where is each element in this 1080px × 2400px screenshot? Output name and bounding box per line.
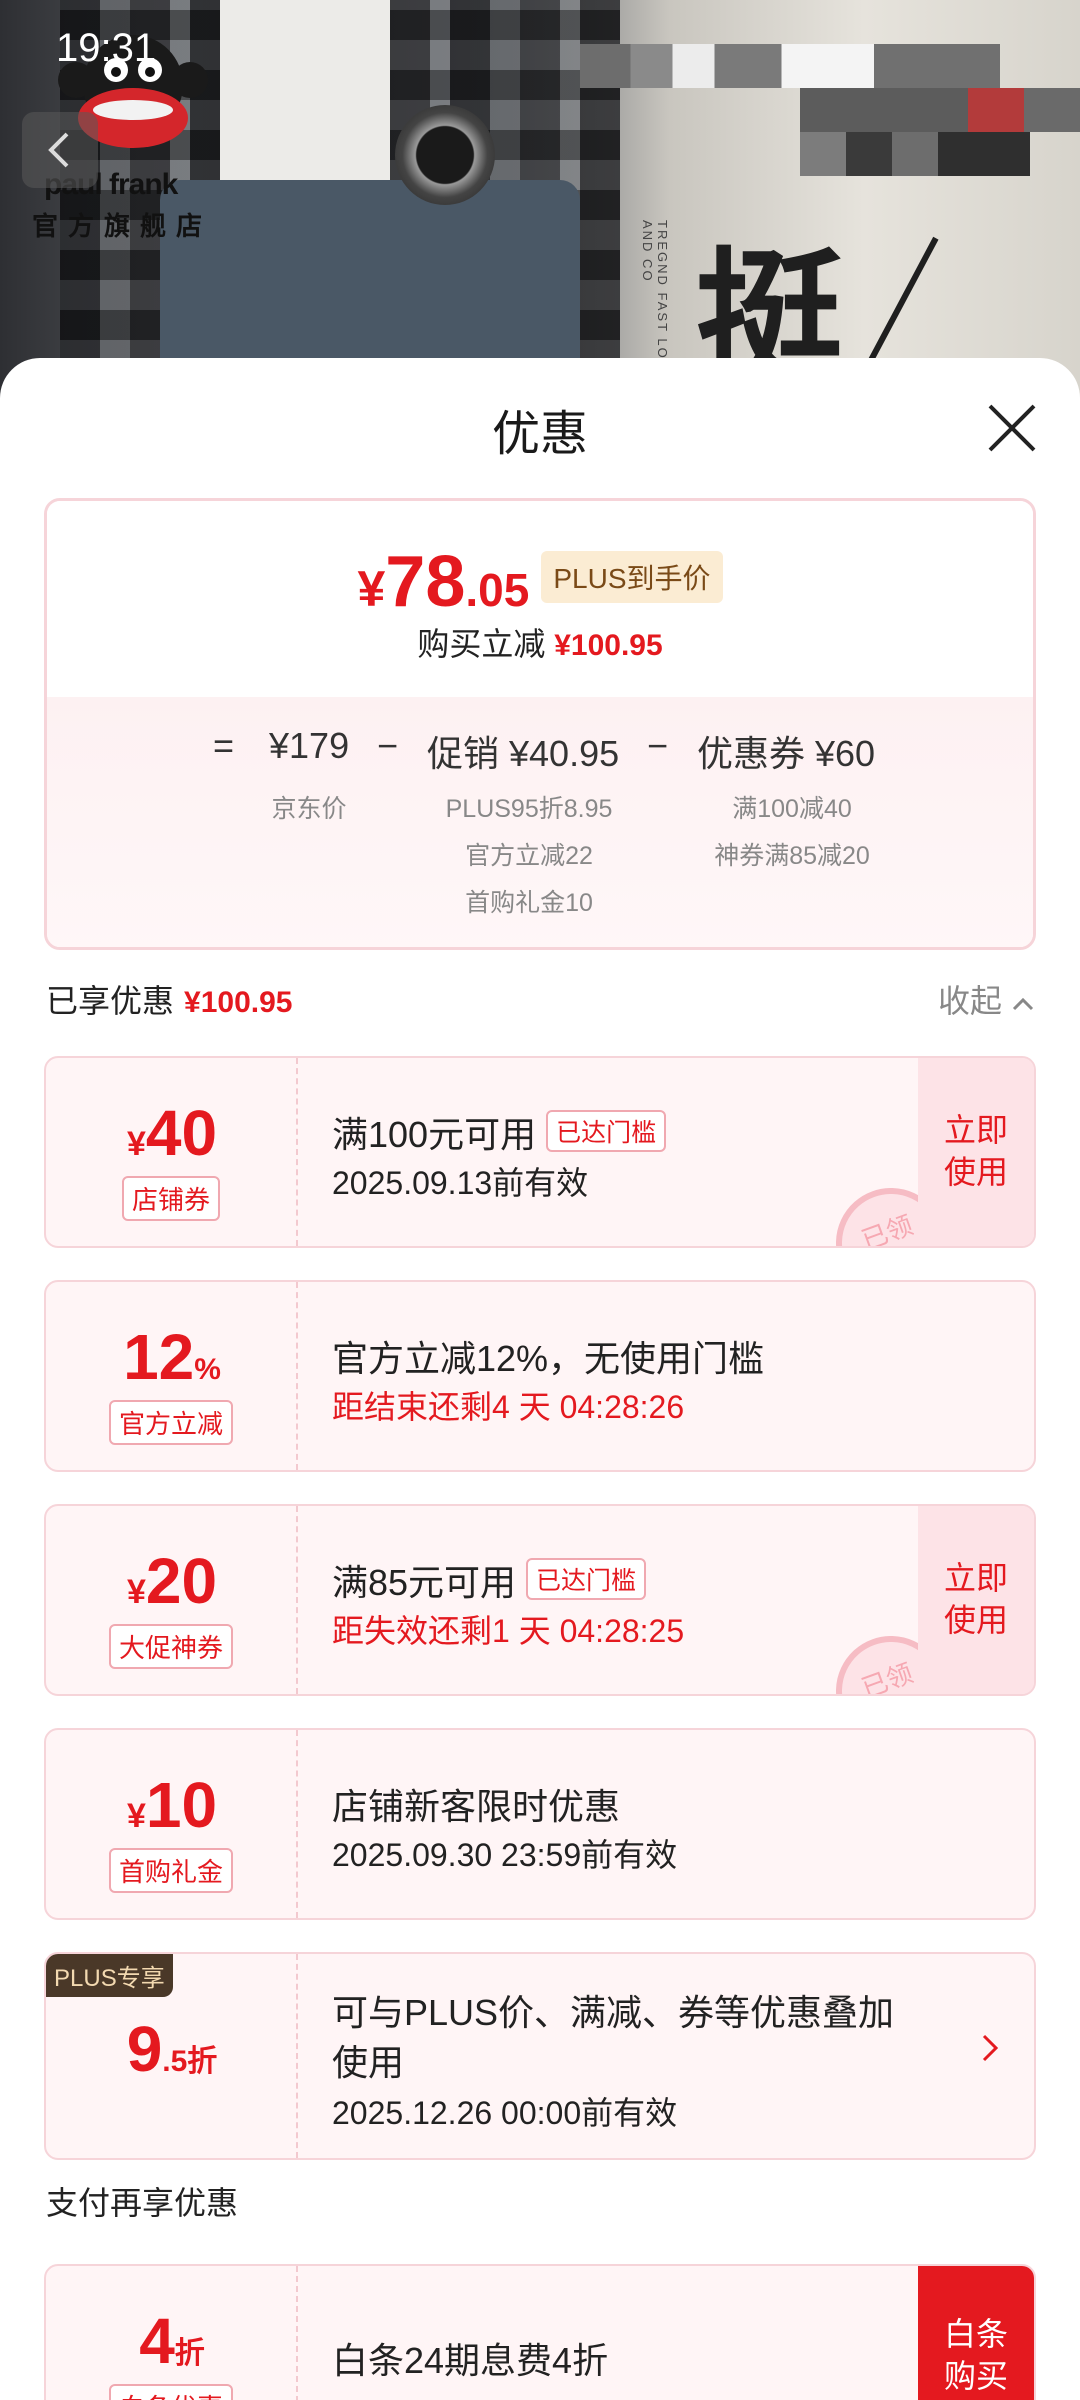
- coupon-card-store: ¥40 店铺券 满100元可用 已达门槛 2025.09.13前有效 已领 立即使…: [44, 1056, 1036, 1248]
- plus-price-tag: PLUS到手价: [541, 551, 723, 603]
- coupon-value: 40: [145, 1097, 218, 1169]
- coupon-condition-cont: 使用: [332, 2042, 405, 2083]
- coupon-condition: 官方立减12%，无使用门槛: [332, 1338, 765, 1379]
- mosaic-block: [580, 44, 1000, 88]
- chevron-right-icon: [982, 2034, 999, 2062]
- coupon-condition-text: 满85元可用: [332, 1562, 517, 1603]
- coupon-yen: ¥: [126, 1797, 146, 1835]
- promo-detail: 首购礼金10: [465, 889, 593, 917]
- coupon-card-official: 12% 官方立减 官方立减12%，无使用门槛 距结束还剩4 天 04:28:26: [44, 1280, 1036, 1472]
- pay-type-tag: 白条优惠: [108, 2384, 234, 2400]
- coupon-amount: 12%: [46, 1320, 298, 1394]
- use-now-button[interactable]: 立即 使用: [918, 1506, 1034, 1694]
- base-price: ¥179: [269, 725, 350, 766]
- brand-subtitle: 官方旗舰店: [32, 211, 213, 241]
- threshold-reached-badge: 已达门槛: [546, 1110, 667, 1152]
- coupon-condition-text: 满100元可用: [332, 1114, 537, 1155]
- pay-value: 4: [139, 2305, 175, 2377]
- collapse-button[interactable]: 收起: [938, 976, 1035, 1022]
- enjoyed-label: 已享优惠: [46, 983, 175, 1019]
- promo-detail: 官方立减22: [465, 842, 593, 870]
- promo-detail: PLUS95折8.95: [445, 795, 613, 823]
- price-int: 78: [385, 542, 466, 622]
- chevron-up-icon: [1012, 997, 1033, 1011]
- price-summary: ¥78.05 PLUS到手价 购买立减 ¥100.95 = ¥179 京东价 − …: [44, 498, 1036, 950]
- coupon-validity: 2025.09.13前有效: [332, 1165, 589, 1201]
- coupon-amount: 优惠券 ¥60: [697, 733, 876, 774]
- pay-offer-text: 白条24期息费4折: [332, 2340, 609, 2381]
- discount-sheet: 优惠 ¥78.05 PLUS到手价 购买立减 ¥100.95 = ¥179 京东价…: [0, 358, 1080, 2400]
- coupon-suffix: .5折: [162, 2045, 218, 2078]
- promo-amount: 促销 ¥40.95: [427, 733, 620, 774]
- minus-sign: −: [377, 725, 399, 766]
- coupon-validity: 2025.09.30 23:59前有效: [332, 1837, 678, 1873]
- coupon-condition: 满100元可用 已达门槛: [332, 1106, 667, 1158]
- coupon-value-area: ¥10 首购礼金: [46, 1730, 298, 1918]
- price-breakdown: = ¥179 京东价 − 促销 ¥40.95 PLUS95折8.95 官方立减2…: [47, 697, 1033, 947]
- coupon-yen: ¥: [126, 1125, 146, 1163]
- coupon-type-tag: 首购礼金: [108, 1848, 234, 1893]
- price-yen: ¥: [357, 561, 386, 617]
- coupon-type-tag: 店铺券: [121, 1176, 221, 1221]
- product-banner: TREGND FAST LOOSE AND CO 挺 paul frank 官方…: [0, 0, 1080, 400]
- sheet-title: 优惠: [491, 408, 588, 461]
- coupon-countdown: 距结束还剩4 天 04:28:26: [332, 1389, 685, 1425]
- price-dec: .05: [465, 564, 530, 616]
- status-time: 19:31: [56, 26, 157, 70]
- coupon-yen: ¥: [126, 1573, 146, 1611]
- coupon-value: 12: [123, 1321, 195, 1393]
- coupon-value: 10: [145, 1769, 218, 1841]
- coupon-card-plus[interactable]: 9.5折 PLUS专享 可与PLUS价、满减、券等优惠叠加 使用 2025.12…: [44, 1952, 1036, 2160]
- coupon-value-area: 12% 官方立减: [46, 1282, 298, 1470]
- chevron-left-icon: [48, 132, 69, 168]
- coupon-amount: 9.5折: [46, 2012, 298, 2086]
- banner-slash: [867, 236, 939, 364]
- coupon-value-area: ¥40 店铺券: [46, 1058, 298, 1246]
- coupon-amount: ¥10: [46, 1768, 298, 1842]
- coupon-condition: 店铺新客限时优惠: [332, 1786, 621, 1827]
- coupon-suffix: %: [194, 1353, 221, 1386]
- coupon-card-first-purchase: ¥10 首购礼金 店铺新客限时优惠 2025.09.30 23:59前有效: [44, 1728, 1036, 1920]
- pay-offer-card: 4折 白条优惠 白条24期息费4折 白条购买: [44, 2264, 1036, 2400]
- coupon-amount: ¥40: [46, 1096, 298, 1170]
- coupon-value-area: ¥20 大促神券: [46, 1506, 298, 1694]
- coupon-detail: 满100减40: [732, 795, 852, 823]
- banner-watch: [395, 105, 495, 205]
- reduce-line: 购买立减 ¥100.95: [47, 619, 1033, 665]
- equals-sign: =: [213, 725, 235, 766]
- coupon-detail: 神券满85减20: [714, 842, 870, 870]
- enjoyed-amount: ¥100.95: [184, 986, 293, 1019]
- coupon-condition: 可与PLUS价、满减、券等优惠叠加: [332, 1992, 895, 2033]
- coupon-countdown: 距失效还剩1 天 04:28:25: [332, 1613, 685, 1649]
- banner-tee: [220, 0, 390, 200]
- reduce-amount: ¥100.95: [554, 629, 663, 662]
- use-now-button[interactable]: 立即 使用: [918, 1058, 1034, 1246]
- coupon-validity: 2025.12.26 00:00前有效: [332, 2095, 678, 2131]
- final-price: ¥78.05 PLUS到手价: [47, 541, 1033, 623]
- pay-section-title: 支付再享优惠: [46, 2185, 239, 2221]
- pay-value-area: 4折 白条优惠: [46, 2266, 298, 2400]
- final-price-section: ¥78.05 PLUS到手价 购买立减 ¥100.95: [47, 501, 1033, 697]
- baitiao-buy-button[interactable]: 白条 购买: [918, 2266, 1034, 2400]
- coupon-card-promo: ¥20 大促神券 满85元可用 已达门槛 距失效还剩1 天 04:28:25 已领…: [44, 1504, 1036, 1696]
- coupon-type-tag: 官方立减: [108, 1400, 234, 1445]
- plus-exclusive-badge: PLUS专享: [46, 1954, 173, 1997]
- pay-suffix: 折: [174, 2337, 205, 2370]
- coupon-condition: 满85元可用 已达门槛: [332, 1554, 647, 1606]
- coupon-amount: ¥20: [46, 1544, 298, 1618]
- minus-sign: −: [647, 725, 669, 766]
- back-button[interactable]: [22, 112, 98, 188]
- reduce-label: 购买立减: [417, 626, 546, 662]
- mosaic-block: [800, 132, 1030, 176]
- threshold-reached-badge: 已达门槛: [526, 1558, 647, 1600]
- mosaic-block: [800, 88, 1080, 132]
- close-icon[interactable]: [984, 400, 1040, 456]
- coupon-value: 20: [145, 1545, 218, 1617]
- coupon-type-tag: 大促神券: [108, 1624, 234, 1669]
- coupon-value: 9: [126, 2013, 163, 2085]
- collapse-label: 收起: [938, 983, 1003, 1019]
- pay-amount: 4折: [46, 2304, 298, 2378]
- base-price-label: 京东价: [271, 795, 347, 823]
- enjoyed-discount: 已享优惠 ¥100.95: [46, 976, 292, 1022]
